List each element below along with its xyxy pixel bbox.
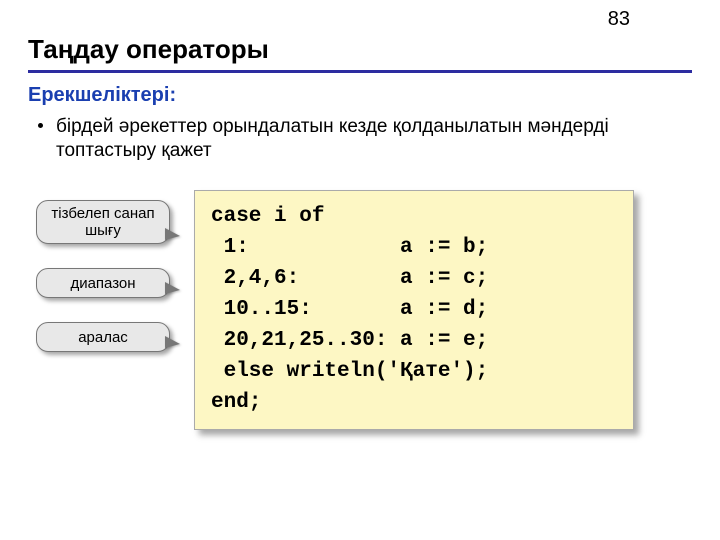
bullet-item: бірдей әрекеттер орындалатын кезде қолда… [56, 115, 616, 163]
callout-label: тізбелеп санап шығу [41, 205, 165, 240]
page-title: Таңдау операторы [28, 34, 269, 65]
callout-enumeration: тізбелеп санап шығу [36, 200, 170, 244]
code-text: case i of 1: a := b; 2,4,6: a := c; 10..… [211, 201, 617, 419]
page-number: 83 [608, 8, 630, 31]
callout-label: диапазон [70, 275, 135, 292]
callout-tail-icon [166, 337, 180, 347]
code-block: case i of 1: a := b; 2,4,6: a := c; 10..… [194, 190, 634, 430]
callout-tail-icon [166, 229, 180, 239]
callout-tail-icon [166, 283, 180, 293]
bullet-dot-icon [38, 123, 43, 128]
subtitle: Ерекшеліктері: [28, 84, 176, 107]
callout-mixed: аралас [36, 322, 170, 352]
callout-label: аралас [78, 329, 128, 346]
callout-range: диапазон [36, 268, 170, 298]
bullet-text: бірдей әрекеттер орындалатын кезде қолда… [56, 116, 609, 161]
title-divider [28, 70, 692, 73]
